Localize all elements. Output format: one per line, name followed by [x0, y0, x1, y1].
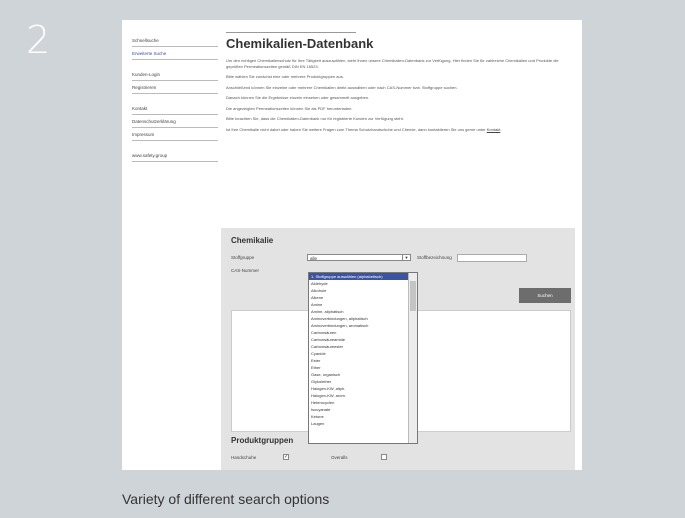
overalls-checkbox[interactable]: [381, 454, 387, 460]
title-divider: [226, 32, 356, 33]
screenshot-card: Schnellsuche Erweiterte Suche Kunden-Login…: [122, 20, 582, 470]
stoffgruppe-selected-value: alle: [310, 256, 318, 261]
instruction-paragraph: Die angezeigten Permeationszeiten können…: [226, 105, 353, 111]
sidebar-item[interactable]: www.safety.group: [132, 151, 218, 162]
product-option-label: Overalls: [331, 455, 348, 460]
product-option-label: Handschuhe: [231, 455, 257, 460]
dropdown-option[interactable]: Laugen: [309, 420, 408, 427]
chevron-down-icon[interactable]: ▼: [402, 255, 410, 260]
dropdown-option[interactable]: Ester: [309, 357, 408, 364]
instruction-paragraph: Anschließend können Sie einzelne oder me…: [226, 84, 458, 90]
handschuhe-checkbox[interactable]: ✓: [283, 454, 289, 460]
sidebar-item[interactable]: Registrieren: [132, 83, 218, 94]
cas-label: CAS-Nummer: [231, 268, 260, 273]
sidebar-nav: Schnellsuche Erweiterte Suche Kunden-Login…: [132, 36, 218, 172]
product-groups-title: Produktgruppen: [231, 436, 294, 445]
bezeichnung-label: Stoffbezeichnung: [417, 255, 452, 260]
sidebar-item[interactable]: Datenschutzerklärung: [132, 117, 218, 128]
dropdown-option[interactable]: Isocyanate: [309, 406, 408, 413]
dropdown-option[interactable]: Ketone: [309, 413, 408, 420]
dropdown-option[interactable]: Amine, aliphatisch: [309, 308, 408, 315]
sidebar-item[interactable]: Schnellsuche: [132, 36, 218, 47]
instruction-paragraph: Bitte beachten Sie, dass die Chemikalien…: [226, 116, 404, 121]
dropdown-option[interactable]: Aldehyde: [309, 280, 408, 287]
caption: Variety of different search options: [122, 491, 330, 507]
bezeichnung-input[interactable]: [457, 254, 527, 262]
dropdown-option[interactable]: Amine: [309, 301, 408, 308]
dropdown-option[interactable]: Halogen-KW, aliph.: [309, 385, 408, 392]
contact-paragraph: Ist Ihre Chemikalie nicht dabei oder hab…: [226, 126, 502, 132]
search-button[interactable]: Suchen: [519, 288, 571, 303]
sidebar-item[interactable]: Kunden-Login: [132, 70, 218, 81]
chemical-section-title: Chemikalie: [231, 236, 274, 245]
step-number: 2: [26, 18, 51, 62]
dropdown-option[interactable]: Aminoverbindungen, aliphatisch: [309, 315, 408, 322]
dropdown-option[interactable]: Alkohole: [309, 287, 408, 294]
dropdown-option[interactable]: Gase, organisch: [309, 371, 408, 378]
main-content: Chemikalien-Datenbank Um den richtigen C…: [226, 32, 572, 137]
dropdown-option[interactable]: Halogen-KW, arom.: [309, 392, 408, 399]
stoffgruppe-select[interactable]: alle ▼: [307, 254, 411, 261]
dropdown-option[interactable]: Aminoverbindungen, aromatisch: [309, 322, 408, 329]
dropdown-option[interactable]: Heterocyclen: [309, 399, 408, 406]
instruction-paragraph: Bitte wählen Sie zunächst eine oder mehr…: [226, 74, 344, 79]
dropdown-options: 1. Stoffgruppe auswählen (alphabetisch) A…: [309, 273, 408, 427]
dropdown-option[interactable]: Alkene: [309, 294, 408, 301]
sidebar-item[interactable]: Erweiterte Suche: [132, 49, 218, 60]
dropdown-option[interactable]: Cyanide: [309, 350, 408, 357]
dropdown-option[interactable]: Glykolether: [309, 378, 408, 385]
contact-text: Ist Ihre Chemikalie nicht dabei oder hab…: [226, 126, 486, 132]
intro-paragraph: Um den richtigen Chemikalienschutz für I…: [226, 58, 559, 69]
dropdown-scrollbar[interactable]: [408, 273, 417, 443]
stoffgruppe-label: Stoffgruppe: [231, 255, 255, 260]
sidebar-item[interactable]: Impressum: [132, 130, 218, 141]
dropdown-option[interactable]: Carbonsäureamide: [309, 336, 408, 343]
page-title: Chemikalien-Datenbank: [226, 36, 374, 51]
instruction-paragraph: Danach können Sie die Ergebnisse einzeln…: [226, 95, 370, 100]
stoffgruppe-dropdown-list[interactable]: 1. Stoffgruppe auswählen (alphabetisch) A…: [308, 272, 418, 444]
dropdown-option[interactable]: Ether: [309, 364, 408, 371]
dropdown-option[interactable]: 1. Stoffgruppe auswählen (alphabetisch): [309, 273, 408, 280]
contact-link[interactable]: Kontakt: [487, 127, 501, 132]
sidebar-item[interactable]: Kontakt: [132, 104, 218, 115]
scrollbar-thumb[interactable]: [410, 281, 416, 311]
dropdown-option[interactable]: Carbonsäureester: [309, 343, 408, 350]
dropdown-option[interactable]: Carbonsäuren: [309, 329, 408, 336]
